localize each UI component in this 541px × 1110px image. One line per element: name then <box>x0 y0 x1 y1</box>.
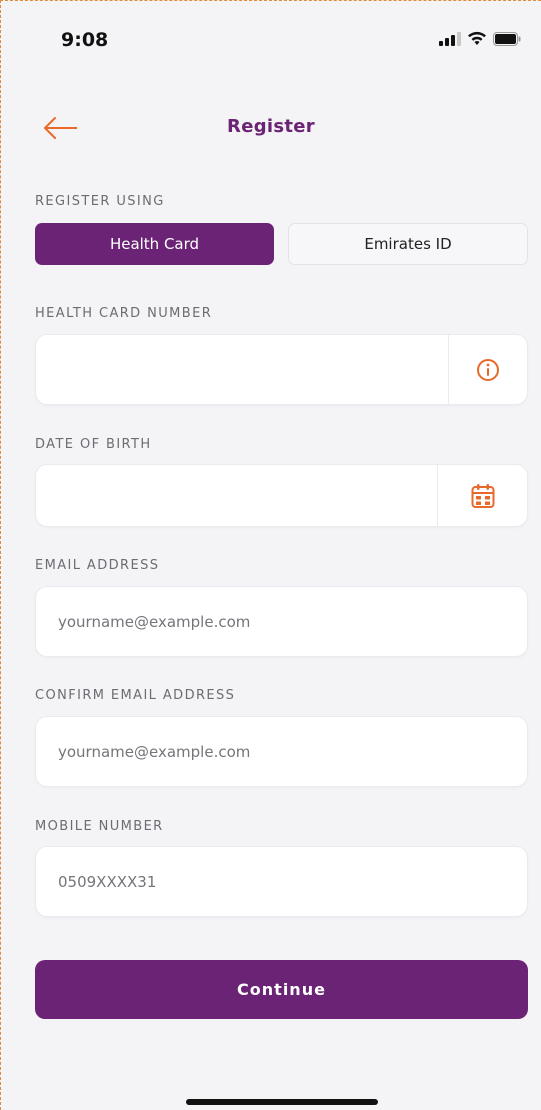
status-icons <box>439 31 521 46</box>
date-of-birth-input[interactable] <box>36 465 439 526</box>
calendar-button[interactable] <box>437 465 527 526</box>
home-indicator <box>186 1099 378 1105</box>
info-circle-icon <box>477 358 499 381</box>
email-address-field <box>35 586 528 657</box>
mobile-number-label: MOBILE NUMBER <box>35 819 164 834</box>
info-button[interactable] <box>448 335 527 404</box>
health-card-number-field <box>35 334 528 405</box>
signal-icon <box>439 31 461 46</box>
date-of-birth-field <box>35 464 528 527</box>
confirm-email-field <box>35 716 528 787</box>
status-time: 9:08 <box>61 29 109 51</box>
battery-icon <box>493 31 521 46</box>
wifi-icon <box>468 31 486 45</box>
health-card-tab[interactable]: Health Card <box>35 223 274 265</box>
mobile-number-field <box>35 846 528 917</box>
email-address-label: EMAIL ADDRESS <box>35 558 160 573</box>
status-bar: 9:08 <box>1 1 541 81</box>
continue-button[interactable]: Continue <box>35 960 528 1019</box>
page-title: Register <box>227 116 315 137</box>
confirm-email-input[interactable] <box>36 717 527 786</box>
date-of-birth-label: DATE OF BIRTH <box>35 437 152 452</box>
mobile-number-input[interactable] <box>36 847 527 916</box>
emirates-id-tab[interactable]: Emirates ID <box>288 223 528 265</box>
confirm-email-label: CONFIRM EMAIL ADDRESS <box>35 688 236 703</box>
health-card-number-label: HEALTH CARD NUMBER <box>35 306 213 321</box>
health-card-number-input[interactable] <box>36 335 450 404</box>
calendar-icon <box>471 483 494 508</box>
email-address-input[interactable] <box>36 587 527 656</box>
register-using-label: REGISTER USING <box>35 194 165 209</box>
register-screen: 9:08 Register REGISTER USING Health Card… <box>0 0 541 1110</box>
